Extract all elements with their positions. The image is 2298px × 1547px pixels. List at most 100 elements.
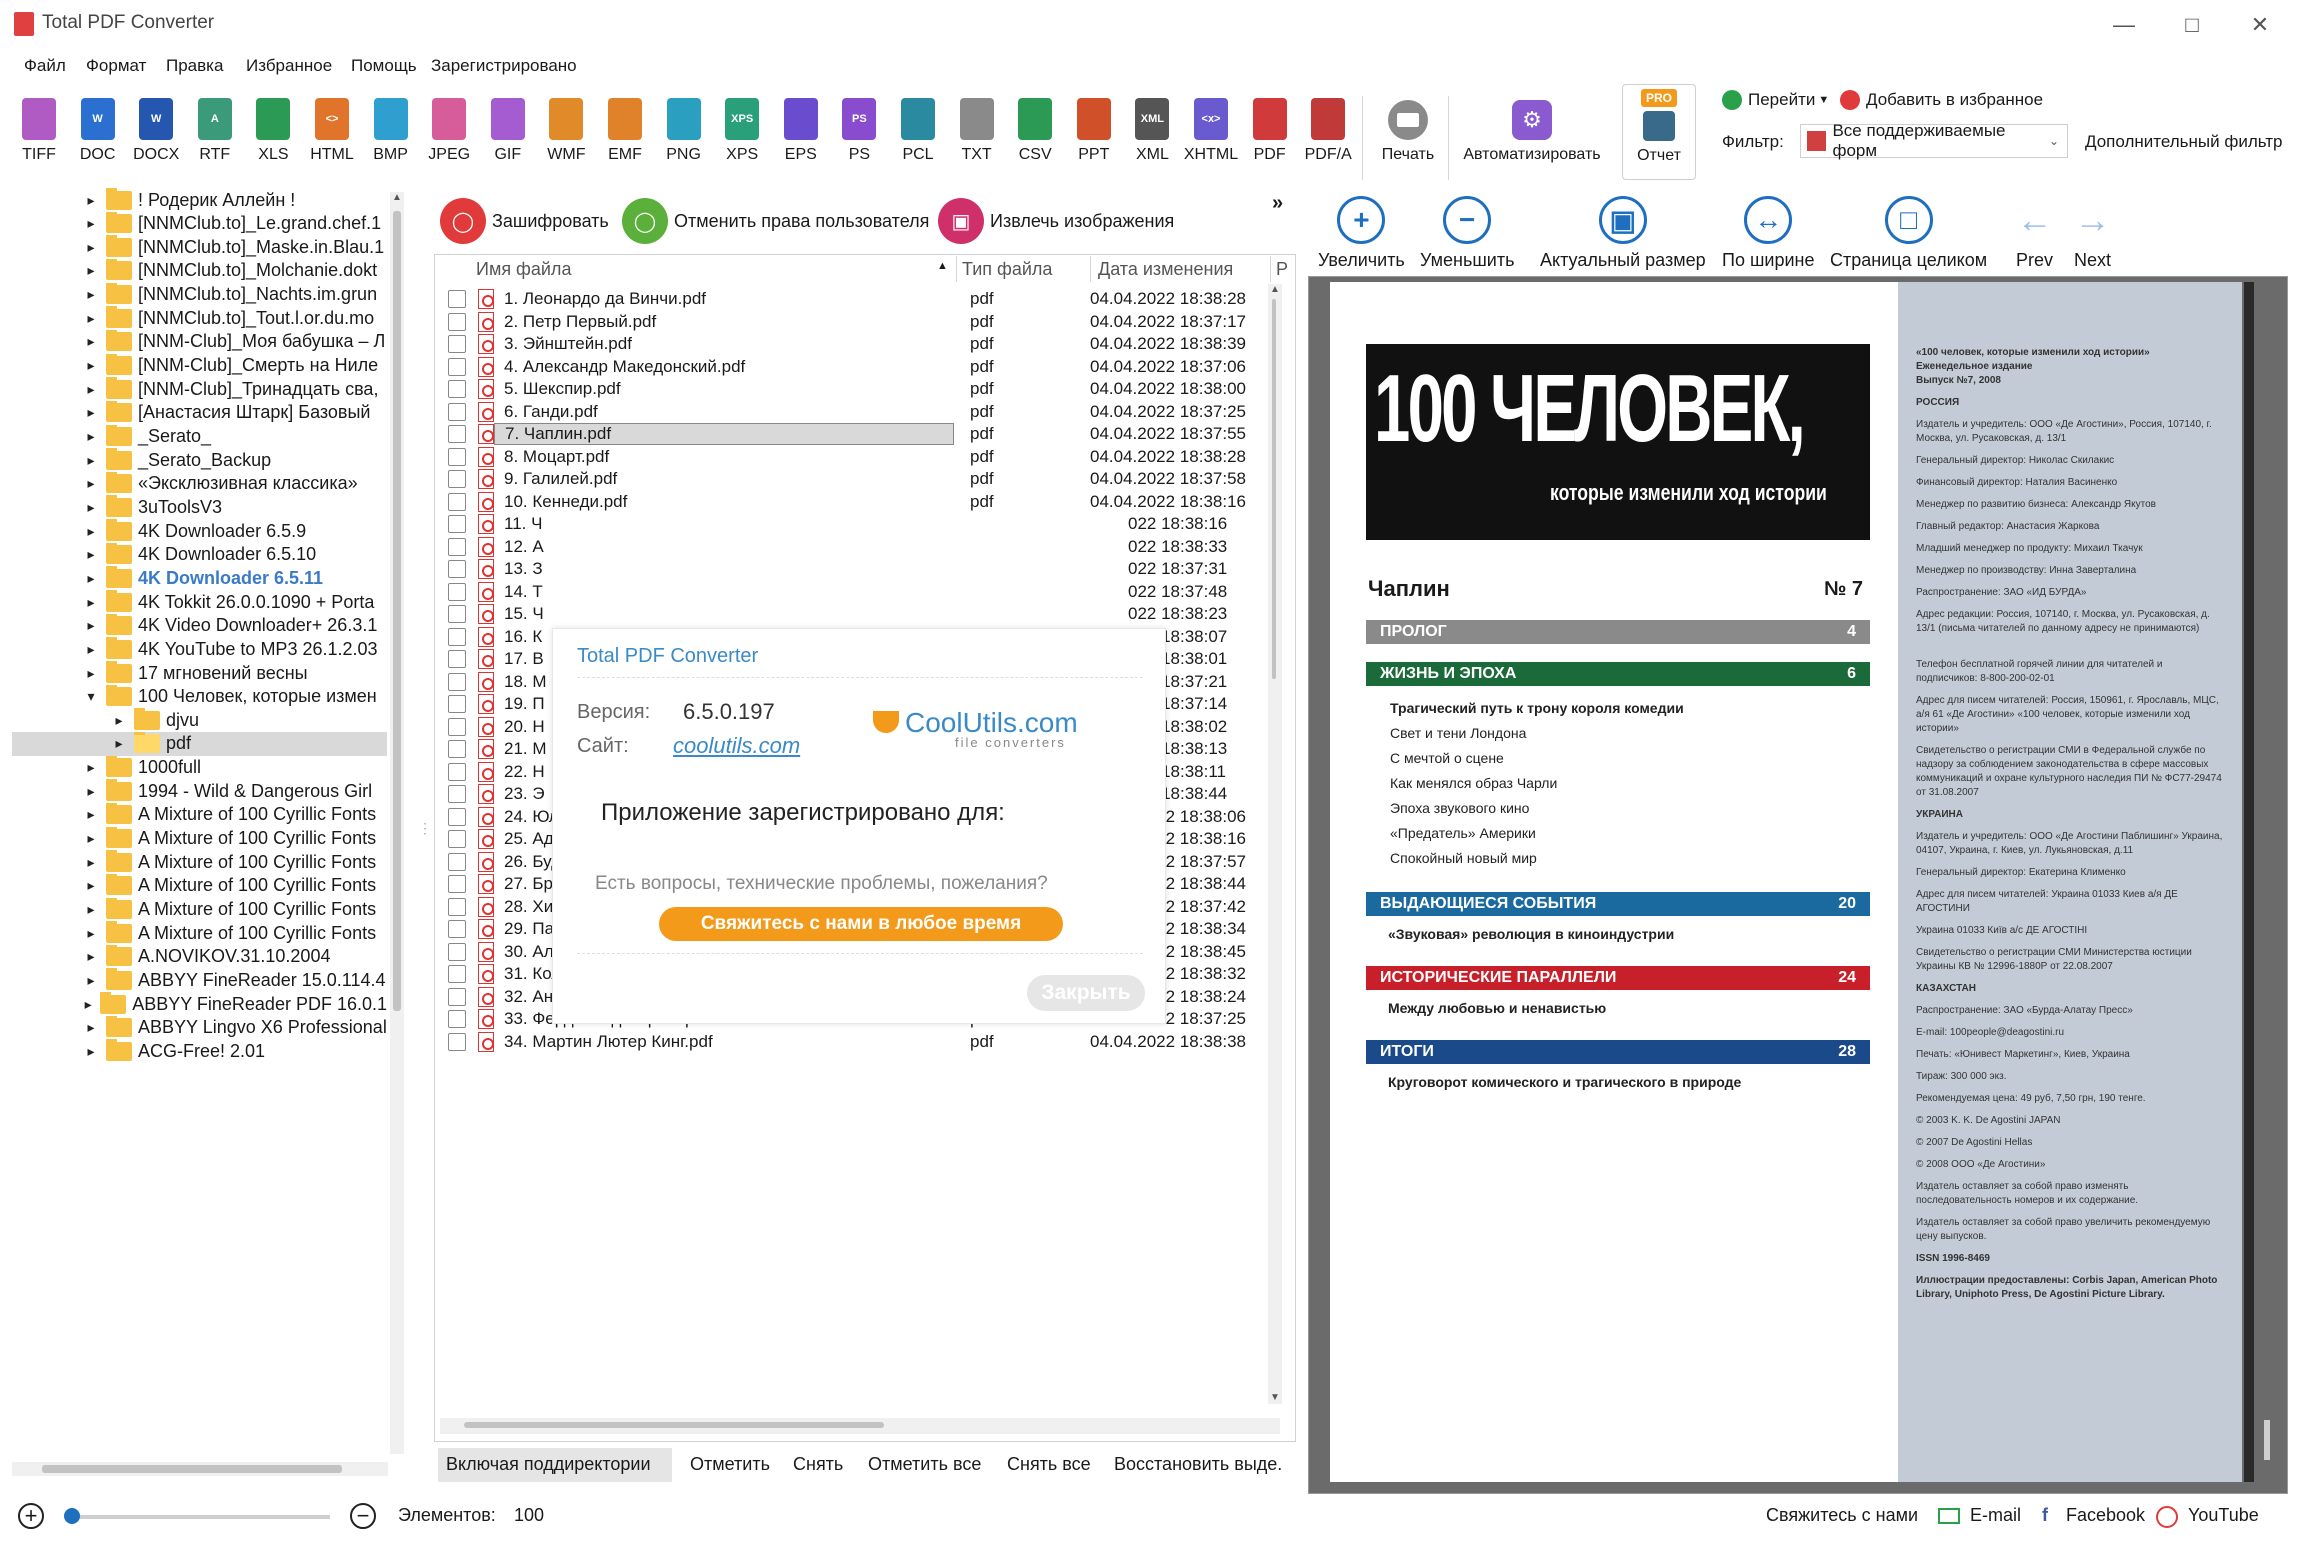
row-checkbox[interactable] bbox=[448, 312, 466, 331]
tree-node[interactable]: ▸ A Mixture of 100 Cyrillic Fonts bbox=[12, 850, 387, 874]
chevron-right-icon[interactable]: ▸ bbox=[84, 475, 98, 492]
tree-node[interactable]: ▾ 100 Человек, которые измен bbox=[12, 684, 387, 709]
youtube-link[interactable]: YouTube bbox=[2188, 1505, 2259, 1526]
tree-node[interactable]: ▸ 4K Video Downloader+ 26.3.1 bbox=[12, 613, 387, 638]
tree-node[interactable]: ▸ _Serato_Backup bbox=[12, 448, 387, 472]
row-checkbox[interactable] bbox=[448, 582, 466, 601]
actual-size-button[interactable]: ▣ Актуальный размер bbox=[1540, 196, 1706, 271]
chevron-right-icon[interactable]: ▸ bbox=[84, 783, 98, 800]
encrypt-button[interactable]: ◯ Зашифровать bbox=[440, 196, 609, 246]
format-html-button[interactable]: <> HTML bbox=[303, 90, 361, 164]
chevron-right-icon[interactable]: ▸ bbox=[84, 925, 98, 942]
tree-node[interactable]: ▸ A Mixture of 100 Cyrillic Fonts bbox=[12, 826, 387, 851]
row-checkbox[interactable] bbox=[448, 897, 466, 916]
chevron-right-icon[interactable]: ▸ bbox=[84, 641, 98, 658]
contact-us-button[interactable]: Свяжитесь с нами в любое время bbox=[659, 907, 1063, 941]
row-checkbox[interactable] bbox=[448, 1010, 466, 1028]
menu-registered[interactable]: Зарегистрировано bbox=[431, 56, 577, 76]
format-txt-button[interactable]: TXT bbox=[948, 90, 1006, 164]
format-gif-button[interactable]: GIF bbox=[479, 90, 537, 164]
menu-favorites[interactable]: Избранное bbox=[246, 56, 332, 76]
tree-node[interactable]: ▸ 4K Downloader 6.5.10 bbox=[12, 542, 387, 567]
chevron-right-icon[interactable]: ▸ bbox=[84, 830, 98, 847]
print-button[interactable]: Печать bbox=[1378, 90, 1438, 164]
menu-help[interactable]: Помощь bbox=[351, 56, 417, 76]
row-checkbox[interactable] bbox=[448, 537, 466, 556]
chevron-right-icon[interactable]: ▸ bbox=[84, 523, 98, 540]
col-header-type[interactable]: Тип файла bbox=[962, 256, 1052, 282]
row-checkbox[interactable] bbox=[448, 335, 466, 353]
revoke-rights-button[interactable]: ◯ Отменить права пользователя bbox=[622, 196, 929, 246]
row-checkbox[interactable] bbox=[448, 492, 466, 511]
chevron-right-icon[interactable]: ▸ bbox=[84, 310, 98, 327]
minimize-icon[interactable]: — bbox=[2090, 0, 2158, 50]
check-all-button[interactable]: Отметить все bbox=[868, 1454, 981, 1475]
tree-node[interactable]: ▸ 4K YouTube to MP3 26.1.2.03 bbox=[12, 637, 387, 661]
format-eps-button[interactable]: EPS bbox=[772, 90, 830, 164]
table-row[interactable]: 1. Леонардо да Винчи.pdf pdf 04.04.2022 18… bbox=[438, 288, 1260, 310]
row-checkbox[interactable] bbox=[448, 717, 466, 736]
row-checkbox[interactable] bbox=[448, 402, 466, 421]
chevron-right-icon[interactable]: ▸ bbox=[84, 239, 98, 256]
tree-node[interactable]: ▸ ! Родерик Аллейн ! bbox=[12, 188, 387, 212]
scroll-up-icon[interactable]: ▲ bbox=[1268, 284, 1282, 295]
row-checkbox[interactable] bbox=[448, 807, 466, 826]
tree-node[interactable]: ▸ _Serato_ bbox=[12, 424, 387, 449]
tree-node[interactable]: ▸ 3uToolsV3 bbox=[12, 495, 387, 519]
tree-node[interactable]: ▸ ABBYY FineReader 15.0.114.4 bbox=[12, 968, 387, 992]
row-checkbox[interactable] bbox=[448, 987, 466, 1006]
chevron-right-icon[interactable]: ▸ bbox=[84, 594, 98, 611]
menu-file[interactable]: Файл bbox=[24, 56, 66, 76]
table-row[interactable]: 11. Ч 022 18:38:16 bbox=[438, 513, 1260, 535]
tree-node[interactable]: ▸ [NNM-Club]_Тринадцать сва, bbox=[12, 377, 387, 401]
check-button[interactable]: Отметить bbox=[690, 1454, 770, 1475]
format-doc-button[interactable]: W DOC bbox=[69, 90, 127, 164]
menu-edit[interactable]: Правка bbox=[166, 56, 223, 76]
format-xls-button[interactable]: XLS bbox=[244, 90, 302, 164]
row-checkbox[interactable] bbox=[448, 447, 466, 466]
table-row[interactable]: 34. Мартин Лютер Кинг.pdf pdf 04.04.2022 1… bbox=[438, 1031, 1260, 1053]
tree-node[interactable]: ▸ A Mixture of 100 Cyrillic Fonts bbox=[12, 802, 387, 827]
table-row[interactable]: 4. Александр Македонский.pdf pdf 04.04.202… bbox=[438, 356, 1260, 378]
row-checkbox[interactable] bbox=[448, 762, 466, 781]
chevron-right-icon[interactable]: ▸ bbox=[84, 546, 98, 563]
row-checkbox[interactable] bbox=[448, 920, 466, 938]
close-dialog-button[interactable]: Закрыть bbox=[1027, 975, 1145, 1011]
chevron-down-icon[interactable]: ▾ bbox=[84, 688, 98, 705]
chevron-right-icon[interactable]: ▸ bbox=[84, 1043, 98, 1060]
tree-node[interactable]: ▸ djvu bbox=[40, 708, 415, 732]
chevron-right-icon[interactable]: ▸ bbox=[84, 806, 98, 823]
chevron-right-icon[interactable]: ▸ bbox=[84, 215, 98, 232]
chevron-right-icon[interactable]: ▸ bbox=[84, 404, 98, 421]
format-csv-button[interactable]: CSV bbox=[1006, 90, 1064, 164]
format-xps-button[interactable]: XPS XPS bbox=[713, 90, 771, 164]
fit-width-button[interactable]: ↔ По ширине bbox=[1722, 196, 1814, 271]
chevron-right-icon[interactable]: ▸ bbox=[84, 665, 98, 682]
tree-node[interactable]: ▸ A Mixture of 100 Cyrillic Fonts bbox=[12, 897, 387, 922]
zoom-in-button[interactable]: + Увеличить bbox=[1318, 196, 1405, 271]
col-separator[interactable] bbox=[956, 256, 957, 282]
slider-handle[interactable] bbox=[64, 1508, 80, 1524]
tree-node[interactable]: ▸ ABBYY Lingvo X6 Professional bbox=[12, 1015, 387, 1040]
format-jpeg-button[interactable]: JPEG bbox=[420, 90, 478, 164]
row-checkbox[interactable] bbox=[448, 785, 466, 803]
scroll-up-icon[interactable]: ▲ bbox=[390, 192, 404, 203]
format-docx-button[interactable]: W DOCX bbox=[127, 90, 185, 164]
chevron-right-icon[interactable]: ▸ bbox=[84, 286, 98, 303]
row-checkbox[interactable] bbox=[448, 380, 466, 398]
chevron-right-icon[interactable]: ▸ bbox=[84, 1019, 98, 1036]
chevron-right-icon[interactable]: ▸ bbox=[112, 712, 126, 729]
restore-selection-button[interactable]: Восстановить выде. bbox=[1114, 1454, 1290, 1475]
automate-button[interactable]: ⚙ Автоматизировать bbox=[1458, 90, 1606, 164]
scroll-down-icon[interactable]: ▼ bbox=[1270, 1392, 1280, 1403]
table-row[interactable]: 12. А 022 18:38:33 bbox=[438, 536, 1260, 558]
extra-filter-link[interactable]: Дополнительный фильтр bbox=[2085, 132, 2283, 152]
table-row[interactable]: 10. Кеннеди.pdf pdf 04.04.2022 18:38:16 bbox=[438, 491, 1260, 513]
format-ppt-button[interactable]: PPT bbox=[1065, 90, 1123, 164]
row-checkbox[interactable] bbox=[448, 740, 466, 758]
tree-node[interactable]: ▸ [NNMClub.to]_Nachts.im.grun bbox=[12, 282, 387, 307]
col-separator[interactable] bbox=[1090, 256, 1091, 282]
table-row[interactable]: 15. Ч 022 18:38:23 bbox=[438, 603, 1260, 625]
tree-node[interactable]: ▸ [NNM-Club]_Смерть на Ниле bbox=[12, 353, 387, 378]
format-wmf-button[interactable]: WMF bbox=[537, 90, 595, 164]
